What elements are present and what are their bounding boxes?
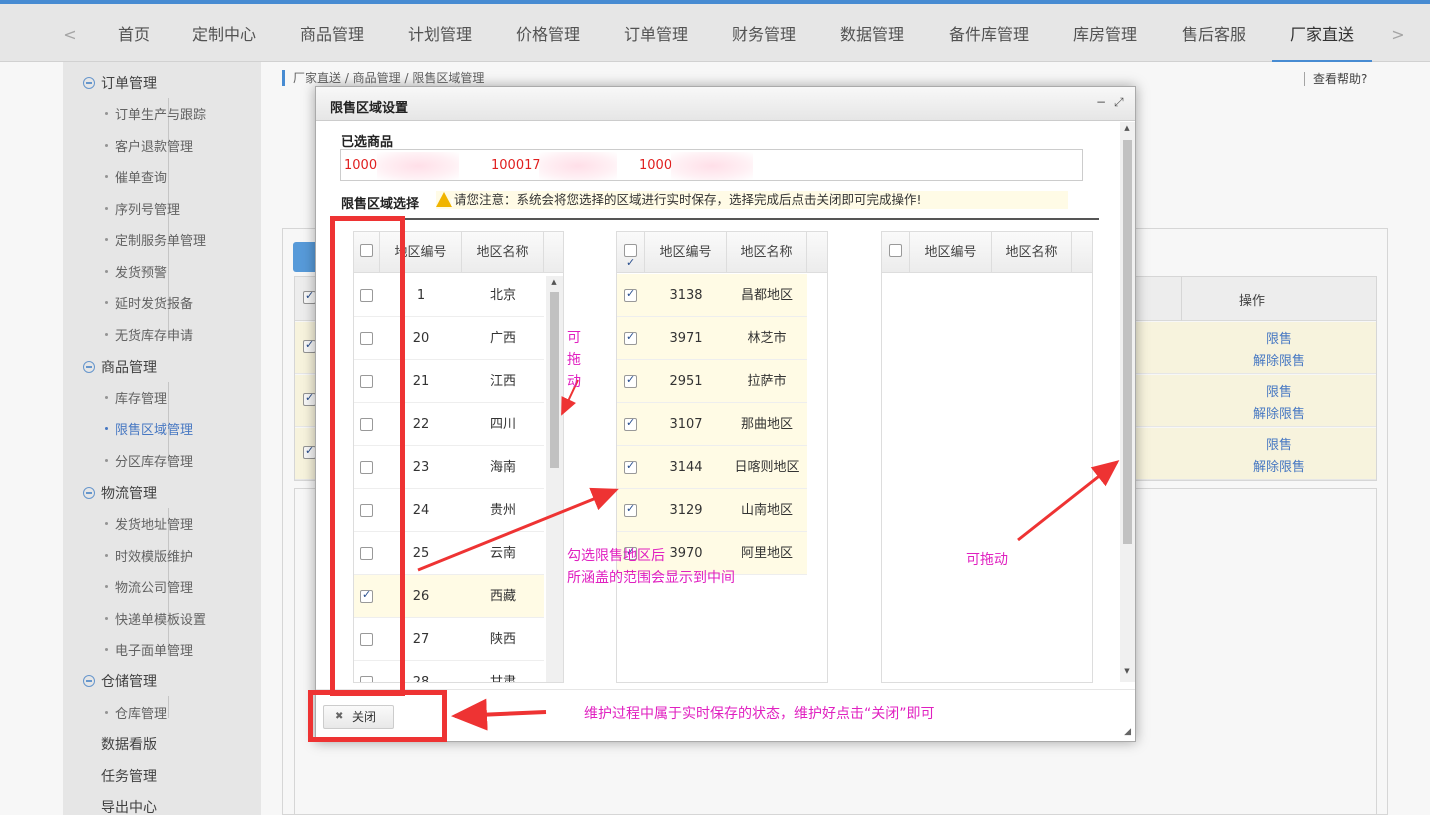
annotation-check-note-2: 所涵盖的范围会显示到中间 [567,570,735,586]
annotation-char: 动 [567,374,581,390]
annotation-draggable-vertical: 可 拖 动 [567,327,585,393]
annotation-draggable-right: 可拖动 [966,552,1008,568]
annotation-footer-note: 维护过程中属于实时保存的状态，维护好点击“关闭”即可 [584,706,935,722]
annotation-char: 可 [567,330,581,346]
arrow-to-dialog-scrollbar [1017,460,1120,542]
annotation-arrows [417,379,1120,731]
arrow-to-close-button [451,698,547,731]
annotation-char: 拖 [567,352,581,368]
annotation-check-note-1: 勾选限售地区后 [567,548,665,564]
